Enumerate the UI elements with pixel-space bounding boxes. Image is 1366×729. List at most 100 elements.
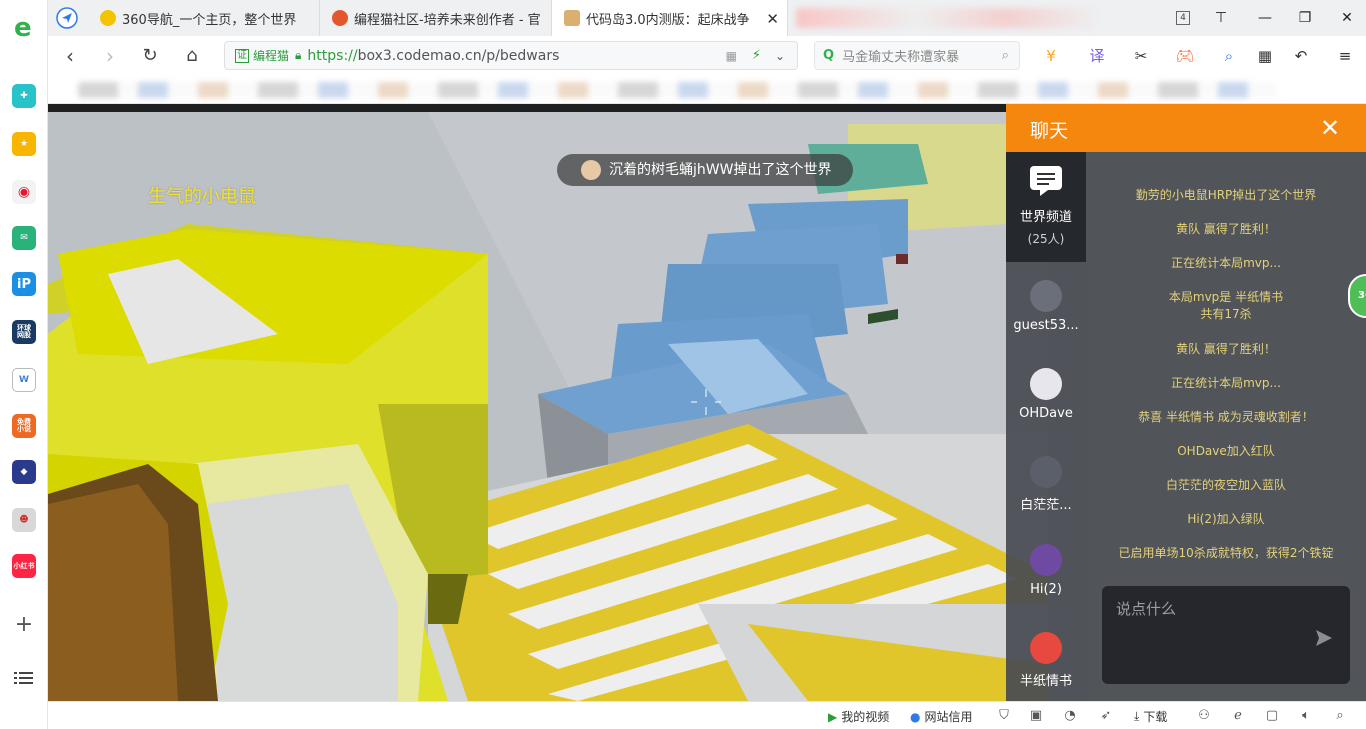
user-name: 白茫茫... [1020, 498, 1072, 513]
gamepad-icon[interactable]: 🎮︎ [1174, 46, 1196, 66]
chat-message: Hi(2)加入绿队 [1187, 512, 1265, 526]
anime-icon[interactable]: ☻ [12, 508, 36, 532]
user-item[interactable]: guest53... [1006, 280, 1086, 368]
qr-code-icon[interactable]: ▦ [726, 49, 737, 63]
chat-input[interactable] [1102, 586, 1350, 684]
browser-sidebar: e ✚ ★ ◉ ✉ iP 环球 网股 W 免费 小说 ◆ ☻ 小红书 + [0, 0, 48, 729]
status-bar: ▶ 我的视频 ● 网站信用 ⛉ ▣ ◔ ➶ ⤓ 下载 ⚇ ℯ ▢ 🔈︎ ⌕ [48, 701, 1366, 729]
search-icon[interactable]: ⌕ [1002, 48, 1009, 63]
refresh-icon[interactable]: ↻ [140, 46, 160, 66]
user-item[interactable]: OHDave [1006, 368, 1086, 456]
close-window-icon[interactable]: ✕ [1338, 9, 1356, 27]
url-path: box3.codemao.cn/p/bedwars [357, 47, 560, 64]
restore-icon[interactable]: ❐ [1296, 9, 1314, 27]
forward-icon[interactable]: › [100, 46, 120, 66]
channel-name: 世界频道 [1019, 210, 1072, 225]
chat-input-area [1086, 582, 1366, 701]
mail-icon[interactable]: ✉ [12, 226, 36, 250]
site-credit-button[interactable]: ● 网站信用 [910, 708, 973, 725]
chat-message: 勤劳的小电鼠HRP掉出了这个世界 [1135, 188, 1317, 202]
back-icon[interactable]: ‹ [60, 46, 80, 66]
translate-icon[interactable]: 译 [1086, 46, 1108, 66]
channel-world[interactable]: 世界频道 (25人) [1006, 152, 1086, 262]
tab-360-nav[interactable]: 360导航_一个主页，整个世界 [88, 0, 320, 36]
my-video-button[interactable]: ▶ 我的视频 [828, 708, 889, 725]
cube-favicon-icon [564, 10, 580, 26]
tab-bedwars[interactable]: 代码岛3.0内测版：起床战争 ✕ [552, 0, 788, 36]
coupon-icon[interactable]: ¥ [1040, 46, 1062, 66]
game-icon[interactable]: ◆ [12, 460, 36, 484]
image-icon[interactable]: ▣ [1028, 708, 1044, 724]
chat-title: 聊天 [1030, 120, 1069, 142]
site-credit-label: 网站信用 [924, 710, 973, 724]
360-favicon-icon [100, 10, 116, 26]
navigate-arrow-icon[interactable] [56, 7, 78, 29]
browser-icon[interactable]: ℯ [1230, 708, 1246, 724]
browser-e-logo-icon[interactable]: e [11, 14, 37, 40]
undo-icon[interactable]: ↶ [1290, 46, 1312, 66]
game-controller-icon[interactable]: ⚇ [1196, 708, 1212, 724]
blurred-bookmarks [78, 82, 1278, 98]
close-tab-icon[interactable]: ✕ [766, 10, 779, 28]
chat-message: 正在统计本局mvp... [1171, 256, 1281, 270]
avatar [1030, 280, 1062, 312]
app-plus-icon[interactable]: ✚ [12, 84, 36, 108]
shirt-skin-icon[interactable]: ⊤ [1212, 9, 1230, 27]
chevron-down-icon[interactable]: ⌄ [775, 49, 785, 63]
address-bar[interactable]: 证 编程猫 🔒︎ https://box3.codemao.cn/p/bedwa… [224, 41, 798, 70]
game-viewport[interactable]: 生气的小电鼠 沉着的树毛蛹jhWW掉出了这个世界 聊天 ✕ 世界频道 (25人)… [48, 104, 1366, 701]
chat-message: 已启用单场10杀成就特权，获得2个铁锭 [1118, 546, 1334, 560]
world-notice: 沉着的树毛蛹jhWW掉出了这个世界 [557, 154, 854, 186]
home-icon[interactable]: ⌂ [182, 46, 202, 66]
chat-message: OHDave加入红队 [1177, 444, 1275, 458]
speed-icon[interactable]: ◔ [1062, 708, 1078, 724]
favorites-star-icon[interactable]: ★ [12, 132, 36, 156]
ip-icon[interactable]: iP [12, 272, 36, 296]
search-placeholder: 马金瑜丈夫称遭家暴 [842, 50, 960, 65]
volume-icon[interactable]: 🔈︎ [1298, 708, 1314, 724]
download-button[interactable]: ⤓ 下载 [1134, 708, 1167, 725]
window-icon[interactable]: ▢ [1264, 708, 1280, 724]
weibo-icon[interactable]: ◉ [12, 180, 36, 204]
navigation-bar: ‹ › ↻ ⌂ 证 编程猫 🔒︎ https://box3.codemao.cn… [48, 36, 1366, 76]
novel-icon[interactable]: 免费 小说 [12, 414, 36, 438]
xiaohongshu-icon[interactable]: 小红书 [12, 554, 36, 578]
certificate-badge[interactable]: 证 编程猫 [235, 47, 289, 64]
add-app-icon[interactable]: + [12, 614, 36, 638]
cert-label: 编程猫 [253, 49, 290, 63]
search-box[interactable]: Q 马金瑜丈夫称遭家暴 ⌕ [814, 41, 1020, 70]
minimize-icon[interactable]: — [1256, 9, 1274, 27]
shield-icon[interactable]: ⛉ [996, 708, 1012, 724]
user-item[interactable]: 白茫茫... [1006, 456, 1086, 544]
avatar [1030, 456, 1062, 488]
menu-list-icon[interactable] [14, 670, 34, 686]
rocket-icon[interactable]: ➶ [1098, 708, 1114, 724]
apps-grid-icon[interactable]: ▦ [1254, 46, 1276, 66]
lightning-icon[interactable]: ⚡ [752, 48, 761, 63]
user-name: OHDave [1019, 406, 1073, 421]
scissors-icon[interactable]: ✂ [1130, 46, 1152, 66]
notice-text: 沉着的树毛蛹jhWW掉出了这个世界 [609, 162, 832, 178]
user-name: 半纸情书 [1019, 674, 1072, 689]
user-item[interactable]: Hi(2) [1006, 544, 1086, 632]
avatar [1030, 368, 1062, 400]
doc-icon[interactable]: W [12, 368, 36, 392]
chat-channel-list: 世界频道 (25人) guest53... OHDave 白茫茫... Hi(2… [1006, 152, 1086, 701]
menu-icon[interactable]: ≡ [1334, 46, 1356, 66]
send-icon[interactable] [1314, 628, 1334, 648]
chat-message: 恭喜 半纸情书 成为灵魂收割者！ [1138, 410, 1314, 424]
search-engine-icon[interactable]: Q [823, 48, 834, 63]
credit-drop-icon: ● [910, 709, 921, 724]
player-name-label: 生气的小电鼠 [148, 186, 256, 207]
news-icon[interactable]: 环球 网股 [12, 320, 36, 344]
user-item[interactable]: 半纸情书 [1006, 632, 1086, 701]
chat-close-icon[interactable]: ✕ [1316, 114, 1344, 142]
zoom-icon[interactable]: ⌕ [1332, 708, 1348, 724]
find-icon[interactable]: ⌕ [1218, 46, 1240, 66]
tab-count-badge[interactable]: 4 [1176, 11, 1190, 25]
tab-codemao-community[interactable]: 编程猫社区-培养未来创作者 - 官 [320, 0, 552, 36]
download-label: 下载 [1143, 710, 1168, 724]
user-name: guest53... [1013, 318, 1079, 333]
cert-icon: 证 [235, 48, 249, 63]
my-video-label: 我的视频 [841, 710, 890, 724]
